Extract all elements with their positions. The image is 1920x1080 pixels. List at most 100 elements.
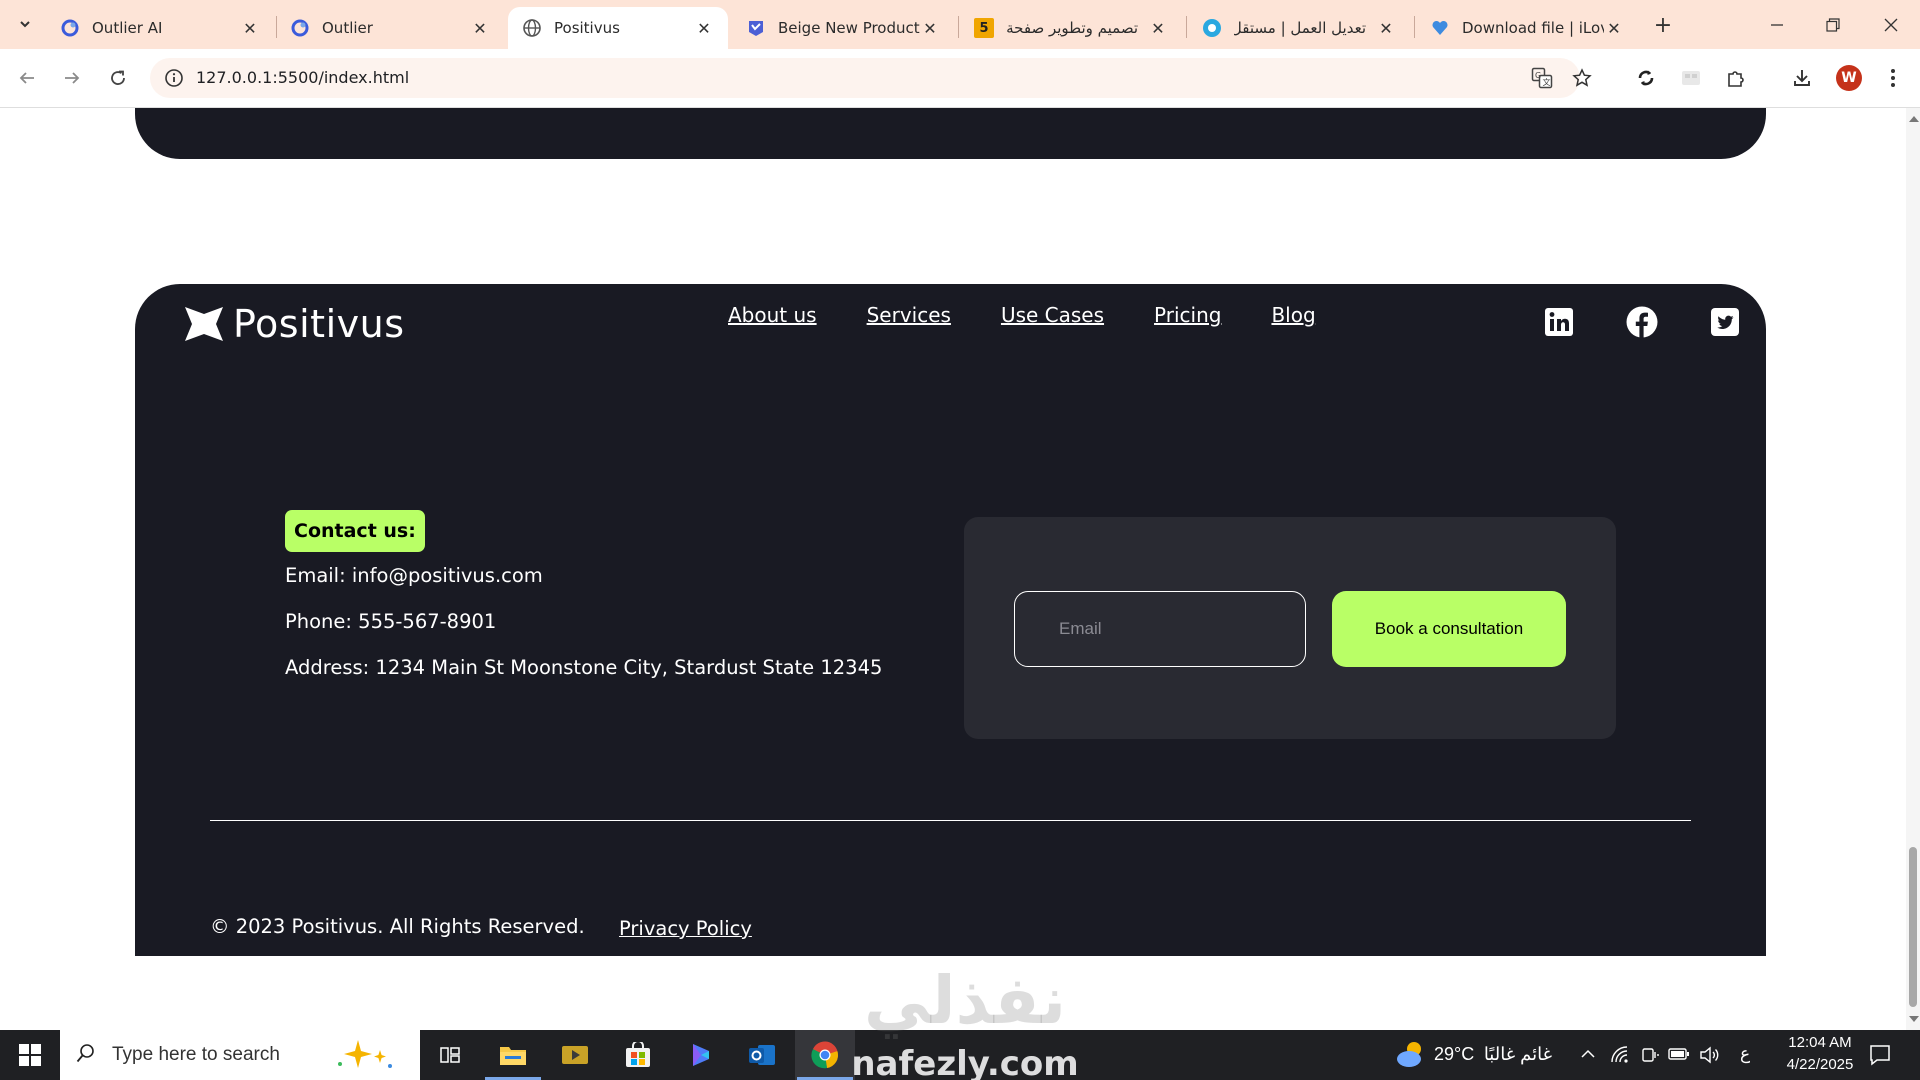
extensions-puzzle-icon[interactable] (1721, 63, 1751, 93)
contact-address: Address: 1234 Main St Moonstone City, St… (285, 656, 883, 679)
translate-icon[interactable]: G文 (1527, 63, 1557, 93)
footer-divider (210, 820, 1691, 821)
download-icon[interactable] (1787, 63, 1817, 93)
minimize-icon[interactable] (1762, 10, 1792, 40)
windows-taskbar: Type here to search 29°C غائم غالبًا ع 1… (0, 1030, 1920, 1080)
profile-avatar[interactable]: W (1836, 65, 1862, 91)
browser-tab-mostaql[interactable]: تعديل العمل | مستقل ✕ (1188, 7, 1410, 49)
nav-link-about-us[interactable]: About us (728, 303, 817, 327)
volume-icon[interactable] (1699, 1045, 1721, 1069)
nav-link-pricing[interactable]: Pricing (1154, 303, 1221, 327)
file-explorer-icon[interactable] (483, 1030, 543, 1080)
tab-separator (958, 16, 959, 38)
contact-us-badge: Contact us: (285, 510, 425, 552)
windows-start-icon[interactable] (0, 1030, 60, 1080)
page-viewport: Positivus About us Services Use Cases Pr… (0, 108, 1906, 1030)
close-tab-icon[interactable]: ✕ (1604, 18, 1624, 38)
browser-tab-positivus[interactable]: Positivus ✕ (508, 7, 728, 49)
browser-tab-strip: Outlier AI ✕ Outlier ✕ Positivus ✕ Beige… (0, 0, 1920, 49)
outlook-icon[interactable] (732, 1030, 792, 1080)
tab-title: Download file | iLove (1462, 19, 1604, 37)
scroll-down-arrow-icon[interactable] (1909, 1016, 1919, 1022)
email-input[interactable] (1014, 591, 1306, 667)
media-player-icon[interactable] (545, 1030, 605, 1080)
copilot-app-icon[interactable] (670, 1030, 730, 1080)
close-tab-icon[interactable]: ✕ (1148, 18, 1168, 38)
linkedin-icon[interactable] (1543, 306, 1575, 338)
contact-email: Email: info@positivus.com (285, 564, 543, 587)
svg-text:文: 文 (1543, 77, 1551, 87)
ilovepdf-icon (1430, 18, 1450, 38)
copyright-text: © 2023 Positivus. All Rights Reserved. (210, 915, 585, 938)
weather-cloud-icon[interactable] (1394, 1039, 1428, 1073)
bookmark-star-icon[interactable] (1567, 63, 1597, 93)
new-tab-plus-icon[interactable]: + (1649, 11, 1677, 39)
close-tab-icon[interactable]: ✕ (470, 18, 490, 38)
tray-chevron-up-icon[interactable] (1580, 1046, 1596, 1066)
facebook-icon[interactable] (1626, 306, 1658, 338)
tab-title: Positivus (554, 19, 620, 37)
outlier-icon (290, 18, 310, 38)
globe-icon (522, 18, 542, 38)
scrollbar-thumb[interactable] (1909, 847, 1917, 1007)
close-tab-icon[interactable]: ✕ (694, 18, 714, 38)
search-placeholder: Type here to search (112, 1044, 280, 1065)
forward-arrow-icon[interactable] (57, 63, 87, 93)
clock-time[interactable]: 12:04 AM (1770, 1034, 1870, 1051)
extension-placeholder-icon[interactable] (1676, 63, 1706, 93)
notification-center-icon[interactable] (1868, 1043, 1892, 1071)
badge-5-label: 5 (974, 18, 994, 38)
site-info-icon[interactable] (164, 68, 184, 88)
contact-phone: Phone: 555-567-8901 (285, 610, 497, 633)
tab-title: Outlier (322, 19, 373, 37)
browser-tab-outlier-ai[interactable]: Outlier AI ✕ (46, 7, 274, 49)
page-scrollbar[interactable] (1906, 108, 1920, 1030)
browser-tab-outlier[interactable]: Outlier ✕ (276, 7, 504, 49)
restore-icon[interactable] (1818, 10, 1848, 40)
microsoft-store-icon[interactable] (608, 1030, 668, 1080)
weather-temp[interactable]: 29°C (1434, 1044, 1474, 1065)
close-tab-icon[interactable]: ✕ (240, 18, 260, 38)
device-link-icon[interactable] (1640, 1045, 1660, 1069)
browser-menu-kebab-icon[interactable] (1878, 63, 1908, 93)
logo-text: Positivus (233, 302, 405, 346)
back-arrow-icon[interactable] (12, 63, 42, 93)
site-footer: Positivus About us Services Use Cases Pr… (135, 284, 1766, 956)
privacy-policy-link[interactable]: Privacy Policy (619, 917, 752, 940)
tab-title: Outlier AI (92, 19, 163, 37)
nav-link-services[interactable]: Services (867, 303, 951, 327)
sync-extension-icon[interactable] (1631, 63, 1661, 93)
scroll-up-arrow-icon[interactable] (1909, 116, 1919, 122)
task-view-icon[interactable] (420, 1030, 480, 1080)
battery-icon[interactable] (1668, 1046, 1690, 1066)
book-consultation-button[interactable]: Book a consultation (1332, 591, 1566, 667)
outlier-icon (60, 18, 80, 38)
chrome-icon[interactable] (795, 1030, 855, 1080)
browser-tab-arabic-design[interactable]: 5 تصميم وتطوير صفحة ✕ (960, 7, 1182, 49)
input-language-indicator[interactable]: ع (1740, 1044, 1750, 1064)
close-tab-icon[interactable]: ✕ (1376, 18, 1396, 38)
newsletter-card: Book a consultation (964, 517, 1616, 739)
browser-tab-canva[interactable]: Beige New Product N ✕ (732, 7, 954, 49)
copilot-sparkle-icon[interactable] (328, 1038, 398, 1076)
network-icon[interactable] (1610, 1045, 1630, 1069)
nav-link-use-cases[interactable]: Use Cases (1001, 303, 1104, 327)
tab-separator (1414, 16, 1415, 38)
tab-title: تعديل العمل | مستقل (1234, 19, 1366, 37)
clock-date[interactable]: 4/22/2025 (1770, 1056, 1870, 1073)
taskbar-search-box[interactable]: Type here to search (60, 1030, 420, 1080)
previous-section-dark-block (135, 108, 1766, 159)
nav-link-blog[interactable]: Blog (1271, 303, 1315, 327)
close-tab-icon[interactable]: ✕ (920, 18, 940, 38)
url-text: 127.0.0.1:5500/index.html (196, 68, 410, 87)
browser-tab-ilovepdf[interactable]: Download file | iLove ✕ (1416, 7, 1638, 49)
tab-title: تصميم وتطوير صفحة (1006, 19, 1138, 37)
reload-icon[interactable] (103, 63, 133, 93)
address-bar[interactable]: 127.0.0.1:5500/index.html (150, 58, 1580, 98)
canva-icon (746, 18, 766, 38)
twitter-icon[interactable] (1709, 306, 1741, 338)
weather-description[interactable]: غائم غالبًا (1480, 1044, 1552, 1065)
tab-search-chevron-icon[interactable] (12, 11, 38, 37)
close-window-icon[interactable] (1876, 10, 1906, 40)
positivus-logo[interactable]: Positivus (185, 302, 405, 346)
